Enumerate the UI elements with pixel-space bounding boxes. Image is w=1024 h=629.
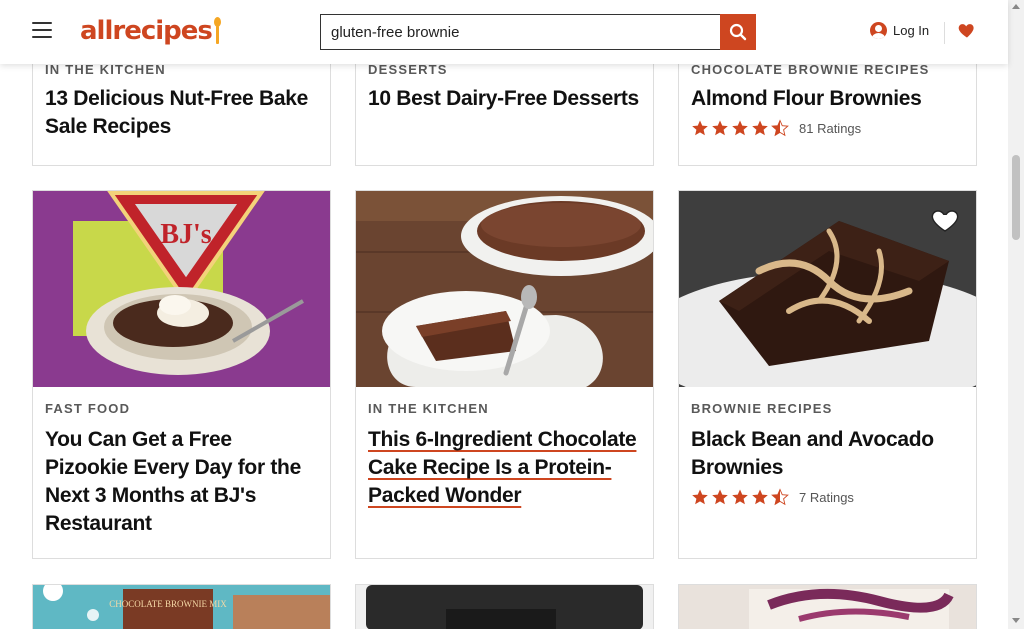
- card-eyebrow: BROWNIE RECIPES: [691, 401, 833, 416]
- card-eyebrow: IN THE KITCHEN: [45, 62, 166, 77]
- rating-count[interactable]: 7 Ratings: [799, 490, 854, 505]
- search-icon: [729, 23, 747, 41]
- card-title[interactable]: This 6-Ingredient Chocolate Cake Recipe …: [368, 426, 641, 510]
- bottom-card-2[interactable]: [355, 584, 654, 629]
- rating-count[interactable]: 81 Ratings: [799, 121, 861, 136]
- scroll-down-icon[interactable]: [1012, 618, 1020, 623]
- top-card-2[interactable]: DESSERTS 10 Best Dairy-Free Desserts: [355, 50, 654, 166]
- star-icon: [712, 120, 728, 136]
- bottom-card-3-image: [679, 585, 976, 629]
- star-rating: [691, 488, 789, 506]
- star-icon: [692, 120, 708, 136]
- star-icon: [752, 120, 768, 136]
- login-label: Log In: [893, 23, 930, 38]
- bjs-logo-text: BJ's: [160, 219, 211, 250]
- card-eyebrow: FAST FOOD: [45, 401, 131, 416]
- cake-image: [356, 191, 653, 387]
- card-image[interactable]: BJ's: [33, 191, 330, 387]
- site-header: allrecipes Log In: [0, 0, 1008, 64]
- scroll-thumb[interactable]: [1012, 155, 1020, 240]
- card-eyebrow: CHOCOLATE BROWNIE RECIPES: [691, 62, 930, 77]
- site-logo[interactable]: allrecipes: [80, 14, 221, 48]
- star-icon: [732, 120, 748, 136]
- card-title[interactable]: You Can Get a Free Pizookie Every Day fo…: [45, 426, 318, 538]
- card-eyebrow: DESSERTS: [368, 62, 448, 77]
- bottom-card-2-image: [356, 585, 653, 629]
- recipe-card-black-bean-brownies[interactable]: BROWNIE RECIPES Black Bean and Avocado B…: [678, 190, 977, 559]
- top-card-1[interactable]: IN THE KITCHEN 13 Delicious Nut-Free Bak…: [32, 50, 331, 166]
- search-bar: [320, 14, 756, 50]
- card-image[interactable]: [679, 191, 976, 387]
- card-image[interactable]: [356, 191, 653, 387]
- scroll-up-icon[interactable]: [1012, 4, 1020, 9]
- menu-icon[interactable]: [32, 22, 52, 38]
- rating-row: 81 Ratings: [691, 119, 964, 137]
- login-button[interactable]: Log In: [870, 22, 929, 39]
- page-scrollbar[interactable]: [1008, 0, 1024, 629]
- card-eyebrow: IN THE KITCHEN: [368, 401, 489, 416]
- star-icon: [752, 489, 768, 505]
- star-icon: [712, 489, 728, 505]
- card-title-text[interactable]: This 6-Ingredient Chocolate Cake Recipe …: [368, 428, 637, 507]
- card-title[interactable]: 10 Best Dairy-Free Desserts: [368, 85, 641, 113]
- card-title[interactable]: Almond Flour Brownies: [691, 85, 964, 113]
- rating-row: 7 Ratings: [691, 488, 964, 506]
- card-title[interactable]: Black Bean and Avocado Brownies: [691, 426, 964, 482]
- card-title[interactable]: 13 Delicious Nut-Free Bake Sale Recipes: [45, 85, 318, 141]
- top-card-3[interactable]: CHOCOLATE BROWNIE RECIPES Almond Flour B…: [678, 50, 977, 166]
- pizookie-image: BJ's: [33, 191, 330, 387]
- brownie-mix-label: CHOCOLATE BROWNIE MIX: [109, 599, 227, 609]
- header-divider: [944, 22, 945, 44]
- star-half-icon: [771, 488, 789, 506]
- user-icon: [870, 22, 887, 39]
- bottom-card-3[interactable]: [678, 584, 977, 629]
- star-icon: [732, 489, 748, 505]
- favorite-heart-icon[interactable]: [930, 205, 960, 235]
- article-card-chocolate-cake[interactable]: IN THE KITCHEN This 6-Ingredient Chocola…: [355, 190, 654, 559]
- article-card-pizookie[interactable]: BJ's FAST FOOD You Can Get a Free Pizook…: [32, 190, 331, 559]
- search-input[interactable]: [320, 14, 720, 50]
- star-rating: [691, 119, 789, 137]
- star-half-icon: [771, 119, 789, 137]
- star-icon: [692, 489, 708, 505]
- heart-icon[interactable]: [957, 20, 977, 40]
- spoon-icon: [213, 17, 221, 45]
- bottom-card-1[interactable]: CHOCOLATE BROWNIE MIX: [32, 584, 331, 629]
- search-button[interactable]: [720, 14, 756, 50]
- brownie-mix-image: CHOCOLATE BROWNIE MIX: [33, 585, 330, 629]
- logo-text: allrecipes: [80, 16, 213, 46]
